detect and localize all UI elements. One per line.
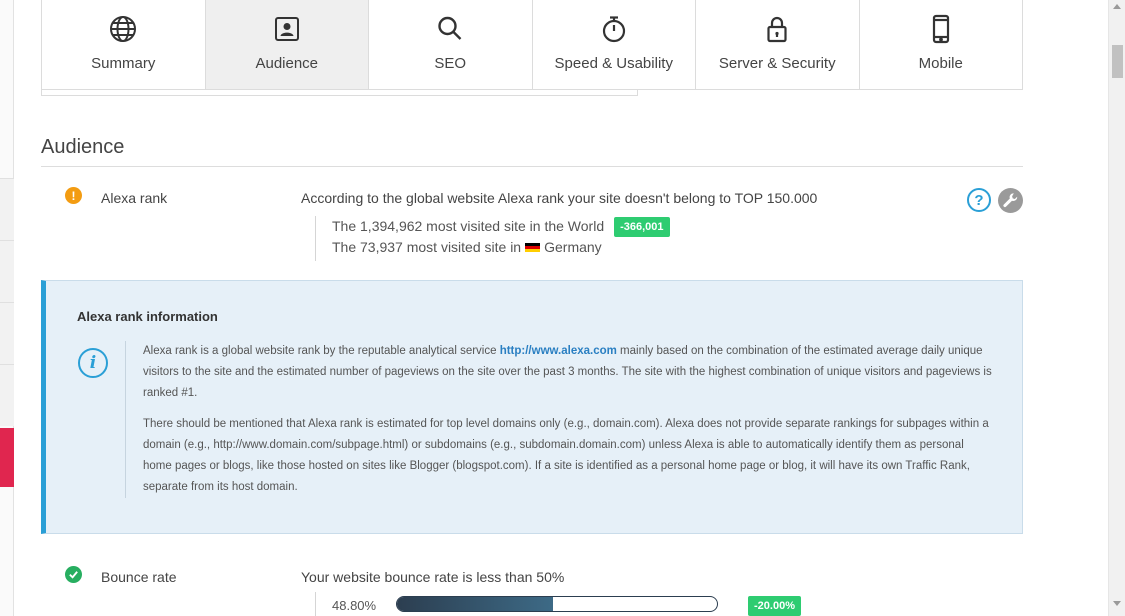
wrench-icon[interactable] [998,188,1023,213]
bounce-change-badge: -20.00% [748,596,801,616]
warning-icon: ! [65,187,82,204]
scroll-up-arrow-icon[interactable] [1113,4,1121,9]
tab-speed-usability[interactable]: Speed & Usability [532,0,696,89]
stopwatch-icon [602,16,625,43]
bounce-rate-value: 48.80% [332,598,377,613]
check-icon [65,566,82,583]
tab-audience[interactable]: Audience [205,0,369,89]
check-glyph-icon [69,571,78,579]
search-icon [438,16,462,40]
tab-label: SEO [434,55,467,72]
alexa-rank-details: The 1,394,962 most visited site in the W… [315,216,670,261]
section-divider [41,166,1023,167]
tab-server-security[interactable]: Server & Security [696,0,860,89]
mobile-phone-icon [932,14,949,44]
info-icon: i [78,348,108,378]
tab-underline [41,90,638,96]
sidebar-segment[interactable] [0,178,14,240]
help-icon[interactable]: ? [967,188,991,212]
bounce-divider [315,592,316,616]
rank-change-badge: -366,001 [614,216,670,237]
vertical-scrollbar[interactable] [1108,0,1125,616]
tab-label: Server & Security [718,55,836,72]
sidebar-segment[interactable] [0,364,14,426]
scroll-thumb[interactable] [1112,45,1123,78]
alexa-link[interactable]: http://www.alexa.com [500,345,617,357]
world-rank-line: The 1,394,962 most visited site in the W… [332,216,670,237]
bounce-rate-label: Bounce rate [101,569,177,585]
bounce-rate-progress-bar [396,596,718,612]
section-title: Audience [41,136,125,158]
contact-card-icon [274,17,299,41]
page: Summary Audience SEO Speed & Usability S… [0,0,1125,616]
lock-icon [767,16,787,43]
tab-mobile[interactable]: Mobile [859,0,1022,89]
alexa-info-box: Alexa rank information i Alexa rank is a… [41,280,1023,534]
country-rank-line: The 73,937 most visited site in Germany [332,237,670,258]
scroll-down-arrow-icon[interactable] [1113,601,1121,606]
tab-label: Mobile [918,55,963,72]
country-name: Germany [544,239,602,255]
tab-label: Speed & Usability [554,55,673,72]
tab-label: Summary [91,55,156,72]
info-box-title: Alexa rank information [77,309,218,324]
sidebar-segment[interactable] [0,240,14,302]
sidebar-segment[interactable] [0,302,14,364]
alexa-rank-label: Alexa rank [101,190,168,206]
progress-fill [397,597,554,611]
info-text-span: Alexa rank is a global website rank by t… [143,345,500,357]
wrench-glyph-icon [1003,193,1018,208]
sidebar-accent-tab[interactable] [0,428,14,487]
left-sidebar-strip [0,0,14,616]
info-box-text: Alexa rank is a global website rank by t… [125,341,995,498]
tab-label: Audience [255,55,319,72]
alexa-rank-description: According to the global website Alexa ra… [301,190,818,206]
info-paragraph: There should be mentioned that Alexa ran… [143,418,989,493]
germany-flag-icon [525,242,541,253]
report-tabs: Summary Audience SEO Speed & Usability S… [41,0,1023,90]
bounce-rate-description: Your website bounce rate is less than 50… [301,569,565,585]
info-paragraph: Alexa rank is a global website rank by t… [143,341,995,404]
country-rank-text: The 73,937 most visited site in [332,239,522,255]
tab-seo[interactable]: SEO [369,0,533,89]
tab-summary[interactable]: Summary [42,0,206,89]
globe-icon [110,16,137,42]
world-rank-text: The 1,394,962 most visited site in the W… [332,218,605,234]
